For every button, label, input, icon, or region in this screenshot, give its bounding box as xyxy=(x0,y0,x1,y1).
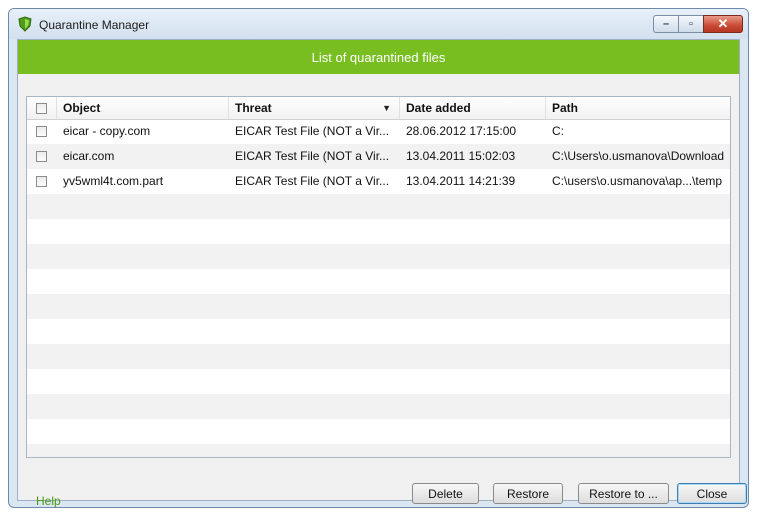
empty-row xyxy=(27,269,730,294)
cell-threat: EICAR Test File (NOT a Vir... xyxy=(235,124,390,138)
sort-descending-icon: ▼ xyxy=(382,103,391,113)
close-icon: ✕ xyxy=(717,16,729,31)
quarantine-manager-window: Quarantine Manager – ▫ ✕ List of quarant… xyxy=(8,8,749,508)
table-row[interactable]: eicar - copy.com EICAR Test File (NOT a … xyxy=(27,119,730,144)
help-link[interactable]: Help xyxy=(36,494,61,507)
maximize-button[interactable]: ▫ xyxy=(678,15,704,33)
empty-row xyxy=(27,394,730,419)
row-checkbox[interactable] xyxy=(36,176,47,187)
cell-path: C: xyxy=(552,124,564,138)
shield-app-icon xyxy=(18,16,32,32)
cell-date: 13.04.2011 14:21:39 xyxy=(406,174,516,188)
empty-row xyxy=(27,319,730,344)
table-header: Object Threat ▼ Date added Path xyxy=(27,97,730,120)
column-header-path[interactable]: Path xyxy=(546,97,730,119)
column-header-date[interactable]: Date added xyxy=(400,97,546,119)
minimize-button[interactable]: – xyxy=(653,15,679,33)
close-button[interactable]: Close xyxy=(677,483,747,504)
select-all-checkbox[interactable] xyxy=(36,103,47,114)
empty-row xyxy=(27,194,730,219)
empty-row xyxy=(27,369,730,394)
cell-date: 28.06.2012 17:15:00 xyxy=(406,124,517,138)
empty-row xyxy=(27,219,730,244)
delete-button[interactable]: Delete xyxy=(412,483,479,504)
column-header-threat[interactable]: Threat ▼ xyxy=(229,97,400,119)
quarantine-table: Object Threat ▼ Date added Path eicar - … xyxy=(26,96,731,458)
row-checkbox[interactable] xyxy=(36,126,47,137)
table-row[interactable]: eicar.com EICAR Test File (NOT a Vir... … xyxy=(27,144,730,169)
empty-row xyxy=(27,294,730,319)
cell-path: C:\users\o.usmanova\ap...\temp xyxy=(552,174,723,188)
minimize-icon: – xyxy=(662,18,670,30)
cell-threat: EICAR Test File (NOT a Vir... xyxy=(235,149,390,163)
restore-to-button[interactable]: Restore to ... xyxy=(578,483,669,504)
title-bar[interactable]: Quarantine Manager – ▫ ✕ xyxy=(9,9,748,39)
empty-row xyxy=(27,344,730,369)
column-header-threat-label: Threat xyxy=(235,101,272,115)
empty-row xyxy=(27,244,730,269)
empty-row xyxy=(27,444,730,457)
maximize-icon: ▫ xyxy=(689,18,693,30)
cell-object: eicar.com xyxy=(63,149,115,163)
window-title: Quarantine Manager xyxy=(39,18,150,32)
banner-title: List of quarantined files xyxy=(18,40,739,74)
table-row[interactable]: yv5wml4t.com.part EICAR Test File (NOT a… xyxy=(27,169,730,194)
empty-row xyxy=(27,419,730,444)
cell-date: 13.04.2011 15:02:03 xyxy=(406,149,516,163)
column-header-object[interactable]: Object xyxy=(57,97,229,119)
cell-path: C:\Users\o.usmanova\Download xyxy=(552,149,725,163)
select-all-cell xyxy=(27,97,57,119)
row-checkbox[interactable] xyxy=(36,151,47,162)
dialog-body: List of quarantined files Object Threat … xyxy=(17,39,747,507)
restore-button[interactable]: Restore xyxy=(493,483,563,504)
cell-object: yv5wml4t.com.part xyxy=(63,174,164,188)
close-window-button[interactable]: ✕ xyxy=(703,15,743,33)
cell-threat: EICAR Test File (NOT a Vir... xyxy=(235,174,390,188)
cell-object: eicar - copy.com xyxy=(63,124,151,138)
